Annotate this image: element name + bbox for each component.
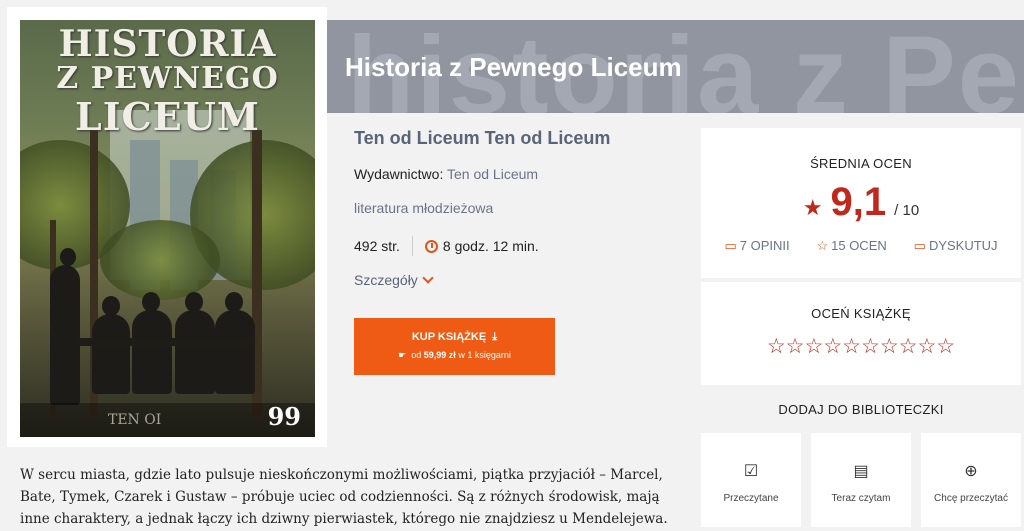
author-link[interactable]: Ten od Liceum Ten od Liceum: [354, 128, 610, 149]
publisher-row: Wydawnictwo: Ten od Liceum: [354, 166, 538, 182]
price-from: od: [411, 350, 422, 360]
details-label: Szczegóły: [354, 272, 418, 288]
page-count: 492 str.: [354, 238, 400, 254]
price: 59,99 zł: [423, 350, 456, 360]
comment-icon: ▭: [724, 238, 737, 253]
shelf-reading-label: Teraz czytam: [831, 493, 891, 504]
quote-icon: 99: [267, 402, 301, 431]
discuss-link[interactable]: ▭ DYSKUTUJ: [914, 238, 998, 254]
reading-time: 8 godz. 12 min.: [442, 238, 539, 254]
rating-label: ŚREDNIA OCEN: [810, 156, 912, 171]
details-toggle[interactable]: Szczegóły: [354, 272, 434, 288]
average-score: 9,1: [830, 180, 887, 224]
shelf-read-label: Przeczytane: [723, 493, 779, 504]
page-title: Historia z Pewnego Liceum: [345, 52, 682, 82]
chevron-down-icon: [422, 272, 434, 284]
publisher-link[interactable]: Ten od Liceum: [447, 166, 538, 182]
opinions-count: 7 OPINII: [739, 238, 790, 253]
score-max: / 10: [894, 202, 920, 219]
book-cover[interactable]: HISTORIA Z PEWNEGO LICEUM TEN OI 99: [20, 20, 315, 437]
rating-stats: ▭ 7 OPINII ☆ 15 OCEN ▭ DYSKUTUJ: [701, 238, 1021, 254]
discuss-label: DYSKUTUJ: [928, 238, 998, 253]
book-description: W sercu miasta, gdzie lato pulsuje niesk…: [20, 467, 668, 527]
publisher-label: Wydawnictwo:: [354, 166, 444, 182]
buy-book-button[interactable]: KUP KSIĄŻKĘ ⤓ ☛ od 59,99 zł w 1 księgarn…: [354, 318, 555, 375]
chat-icon: ▭: [913, 238, 926, 253]
clock-icon: [424, 239, 438, 253]
download-arrow-icon: ⤓: [489, 331, 498, 343]
shelf-want-label: Chcę przeczytać: [934, 493, 1008, 504]
title-banner: historia z Pe Historia z Pewnego Liceum: [327, 20, 1024, 113]
hand-pointer-icon: ☛: [398, 350, 409, 360]
shelf-read-button[interactable]: ☑ Przeczytane: [701, 433, 801, 527]
open-book-icon: ▤: [853, 463, 869, 480]
rating-stars-input[interactable]: ☆☆☆☆☆☆☆☆☆☆: [701, 334, 1021, 359]
ratings-link[interactable]: ☆ 15 OCEN: [816, 238, 886, 254]
genre-link[interactable]: literatura młodzieżowa: [354, 200, 493, 216]
ratings-count: 15 OCEN: [831, 238, 887, 253]
crosshair-icon: ⊕: [964, 463, 978, 480]
rate-book-panel: OCEŃ KSIĄŻKĘ ☆☆☆☆☆☆☆☆☆☆: [701, 282, 1021, 385]
buy-label: KUP KSIĄŻKĘ: [411, 331, 487, 343]
shelf-reading-button[interactable]: ▤ Teraz czytam: [811, 433, 911, 527]
shelf-want-button[interactable]: ⊕ Chcę przeczytać: [921, 433, 1021, 527]
divider: [411, 236, 413, 256]
shelf-label: DODAJ DO BIBLIOTECZKI: [778, 402, 944, 417]
price-suffix: w 1 księgarni: [458, 350, 511, 360]
star-icon: ★: [802, 195, 823, 220]
checkbox-icon: ☑: [743, 463, 759, 480]
rate-label: OCEŃ KSIĄŻKĘ: [811, 306, 911, 321]
cover-title: HISTORIA Z PEWNEGO LICEUM: [56, 23, 279, 139]
book-meta: 492 str. 8 godz. 12 min.: [354, 236, 539, 256]
rating-panel: ŚREDNIA OCEN ★ 9,1 / 10 ▭ 7 OPINII ☆ 15 OC…: [701, 128, 1021, 278]
cover-author: TEN OI: [108, 412, 162, 428]
score-row: ★ 9,1 / 10: [701, 180, 1021, 225]
opinions-link[interactable]: ▭ 7 OPINII: [724, 238, 789, 254]
star-outline-icon: ☆: [816, 238, 829, 253]
